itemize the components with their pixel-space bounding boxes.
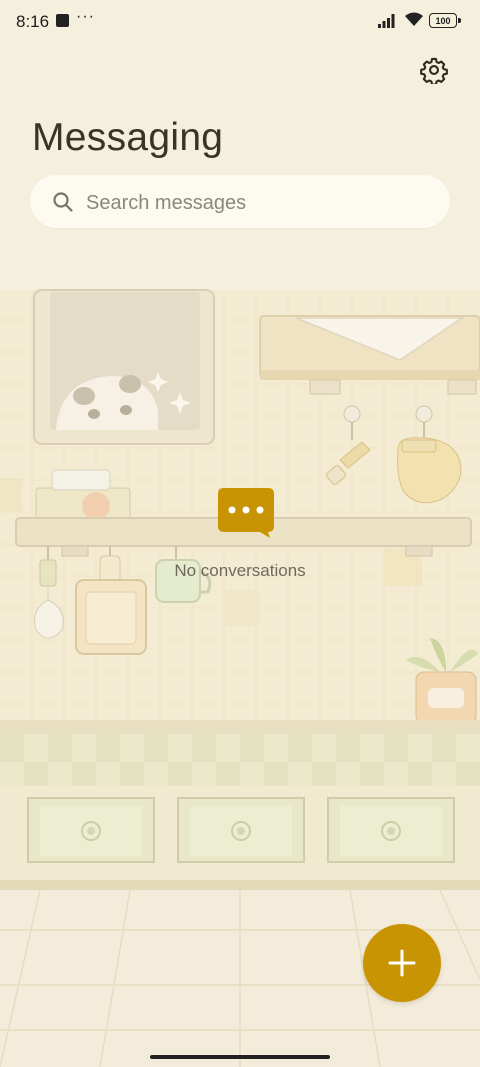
more-notifications-icon: ···: [76, 8, 95, 25]
signal-icon: [378, 14, 395, 28]
search-icon: [53, 192, 73, 212]
messaging-screen: 8:16 ··· 100 Messaging No c: [0, 0, 480, 1067]
notification-icon: [56, 14, 69, 27]
plus-icon: [388, 949, 416, 977]
status-time: 8:16: [16, 12, 50, 31]
home-indicator[interactable]: [150, 1055, 330, 1059]
wifi-icon: [405, 12, 423, 26]
search-input[interactable]: [84, 184, 428, 222]
page-title: Messaging: [32, 116, 224, 159]
search-bar[interactable]: [30, 175, 450, 228]
battery-level: 100: [435, 15, 451, 26]
status-bar: 8:16 ··· 100: [0, 0, 480, 42]
gear-icon[interactable]: [420, 56, 448, 84]
battery-icon: 100: [429, 13, 461, 28]
chat-bubble-icon: [218, 488, 274, 538]
new-conversation-button[interactable]: [363, 924, 441, 1002]
empty-state-text: No conversations: [174, 561, 306, 580]
